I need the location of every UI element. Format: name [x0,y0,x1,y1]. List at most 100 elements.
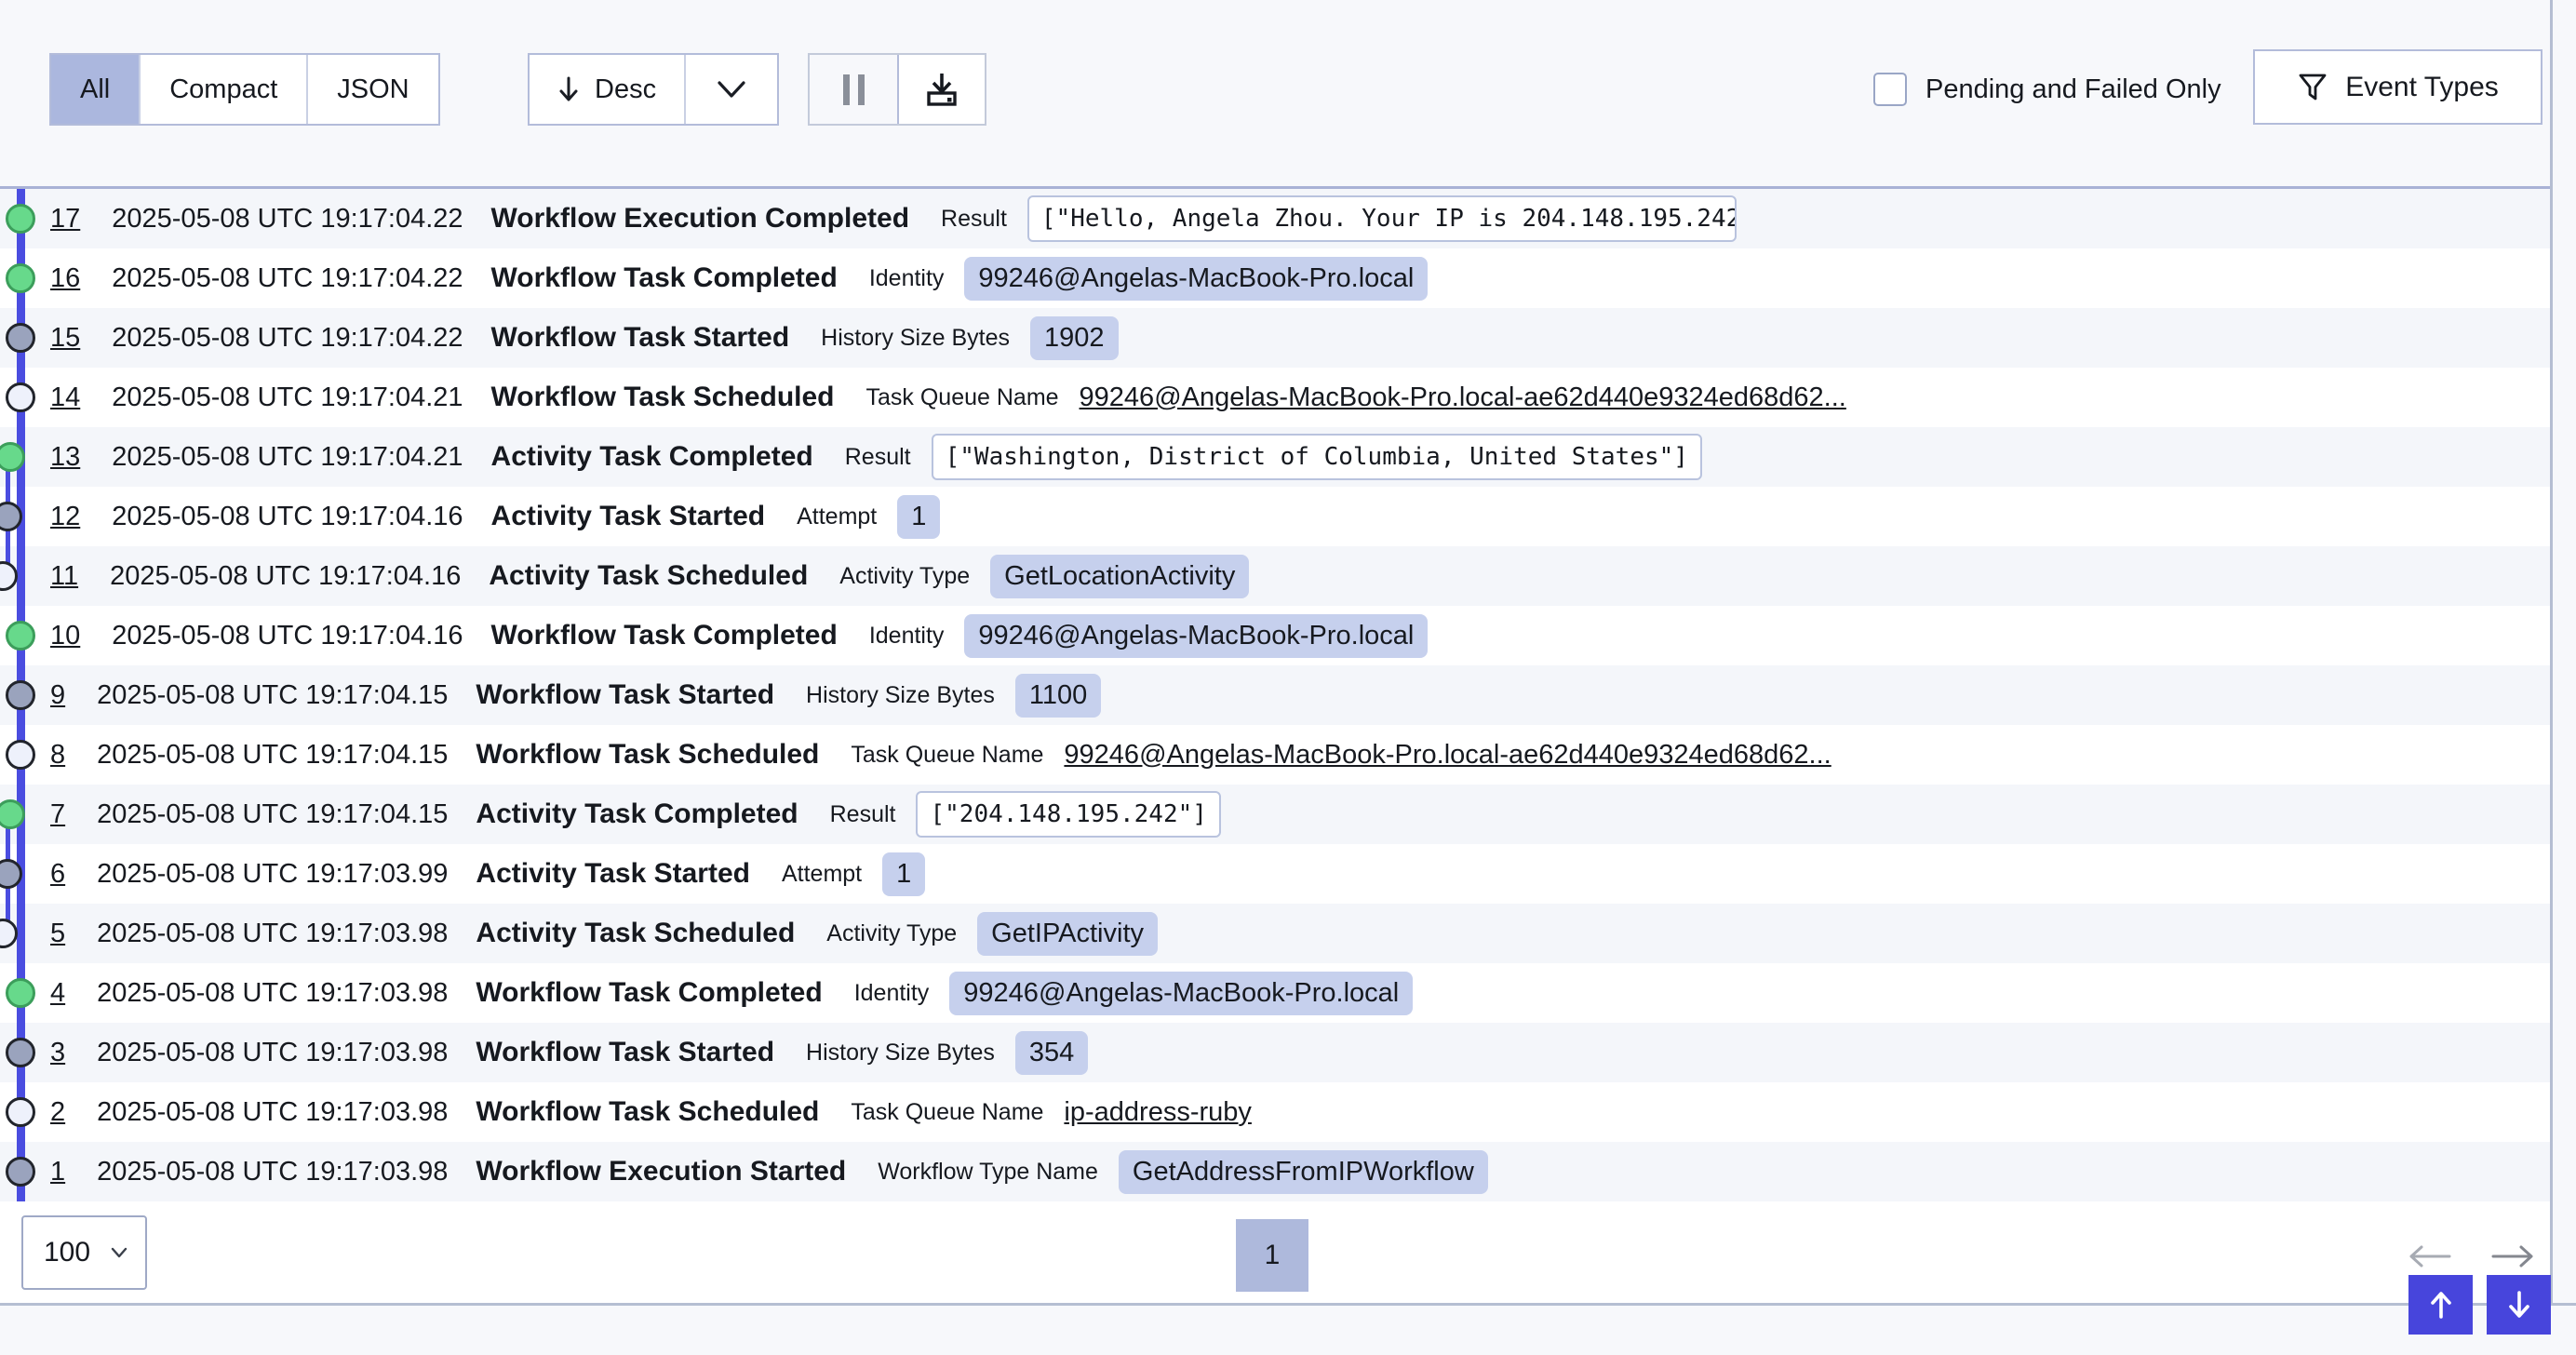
tab-all[interactable]: All [51,55,141,124]
sort-desc-button[interactable]: Desc [530,55,684,124]
event-name: Workflow Task Started [476,1037,774,1068]
event-attribute-label: Result [830,801,896,828]
event-attribute-label: Identity [869,265,945,292]
event-status-dot [6,323,35,353]
event-id-link[interactable]: 3 [50,1038,65,1068]
event-attribute-label: Task Queue Name [851,742,1043,769]
event-row[interactable]: 3 2025-05-08 UTC 19:17:03.98 Workflow Ta… [0,1023,2550,1082]
event-attribute-value[interactable]: 99246@Angelas-MacBook-Pro.local-ae62d440… [1064,740,1831,771]
event-types-label: Event Types [2345,72,2499,103]
event-row[interactable]: 4 2025-05-08 UTC 19:17:03.98 Workflow Ta… [0,963,2550,1023]
sort-control: Desc [528,53,779,126]
event-attribute-value: 1 [897,495,940,539]
page-size-select[interactable]: 100 [21,1215,147,1290]
event-row[interactable]: 9 2025-05-08 UTC 19:17:04.15 Workflow Ta… [0,665,2550,725]
page-number: 1 [1265,1240,1281,1271]
event-attribute-label: History Size Bytes [806,682,995,709]
event-id-link[interactable]: 12 [50,502,80,532]
event-row[interactable]: 1 2025-05-08 UTC 19:17:03.98 Workflow Ex… [0,1142,2550,1201]
event-row[interactable]: 8 2025-05-08 UTC 19:17:04.15 Workflow Ta… [0,725,2550,785]
event-attribute-value: 354 [1015,1031,1088,1075]
event-attribute-value[interactable]: ip-address-ruby [1064,1097,1251,1128]
tab-json[interactable]: JSON [308,55,437,124]
event-timestamp: 2025-05-08 UTC 19:17:04.15 [97,680,448,711]
event-name: Workflow Task Started [476,679,774,711]
event-id-link[interactable]: 6 [50,859,65,890]
event-attribute-label: History Size Bytes [806,1040,995,1067]
event-row[interactable]: 6 2025-05-08 UTC 19:17:03.99 Activity Ta… [0,844,2550,904]
arrow-right-icon [2489,1244,2536,1268]
pending-failed-checkbox[interactable] [1873,73,1907,106]
event-id-link[interactable]: 17 [50,204,80,235]
event-timestamp: 2025-05-08 UTC 19:17:03.98 [97,1097,448,1128]
event-id-link[interactable]: 10 [50,621,80,651]
page-number-button[interactable]: 1 [1236,1219,1308,1292]
page-size-value: 100 [44,1237,90,1268]
download-button[interactable] [897,55,985,124]
event-row[interactable]: 17 2025-05-08 UTC 19:17:04.22 Workflow E… [0,189,2550,248]
pending-failed-label: Pending and Failed Only [1925,74,2221,105]
event-row[interactable]: 16 2025-05-08 UTC 19:17:04.22 Workflow T… [0,248,2550,308]
next-page-button[interactable] [2489,1244,2536,1268]
scroll-to-bottom-button[interactable] [2487,1275,2551,1335]
arrow-left-icon [2407,1244,2453,1268]
event-timestamp: 2025-05-08 UTC 19:17:04.16 [110,561,461,592]
event-attribute-value[interactable]: 99246@Angelas-MacBook-Pro.local-ae62d440… [1080,382,1846,413]
event-id-link[interactable]: 13 [50,442,80,473]
event-row[interactable]: 5 2025-05-08 UTC 19:17:03.98 Activity Ta… [0,904,2550,963]
event-row[interactable]: 10 2025-05-08 UTC 19:17:04.16 Workflow T… [0,606,2550,665]
event-id-link[interactable]: 14 [50,382,80,413]
event-row[interactable]: 11 2025-05-08 UTC 19:17:04.16 Activity T… [0,546,2550,606]
pause-icon [843,74,850,105]
event-id-link[interactable]: 15 [50,323,80,354]
event-timestamp: 2025-05-08 UTC 19:17:03.98 [97,978,448,1009]
event-attribute-value: ["204.148.195.242"] [916,791,1220,838]
event-row[interactable]: 15 2025-05-08 UTC 19:17:04.22 Workflow T… [0,308,2550,368]
sort-dropdown-button[interactable] [684,55,777,124]
event-row[interactable]: 13 2025-05-08 UTC 19:17:04.21 Activity T… [0,427,2550,487]
event-status-dot [6,1157,35,1187]
event-timestamp: 2025-05-08 UTC 19:17:04.22 [112,323,463,354]
event-name: Workflow Task Scheduled [476,1096,819,1128]
event-row[interactable]: 12 2025-05-08 UTC 19:17:04.16 Activity T… [0,487,2550,546]
event-name: Activity Task Completed [491,441,813,473]
sort-label: Desc [595,74,656,105]
event-timestamp: 2025-05-08 UTC 19:17:04.16 [112,502,463,532]
pause-button[interactable] [810,55,897,124]
event-row[interactable]: 7 2025-05-08 UTC 19:17:04.15 Activity Ta… [0,785,2550,844]
event-row[interactable]: 14 2025-05-08 UTC 19:17:04.21 Workflow T… [0,368,2550,427]
scroll-to-top-button[interactable] [2408,1275,2473,1335]
event-timestamp: 2025-05-08 UTC 19:17:03.98 [97,1038,448,1068]
filter-funnel-icon [2297,73,2328,102]
bottom-divider [0,1303,2576,1306]
event-status-dot [6,1038,35,1067]
event-name: Activity Task Started [476,858,750,890]
event-id-link[interactable]: 9 [50,680,65,711]
event-row[interactable]: 2 2025-05-08 UTC 19:17:03.98 Workflow Ta… [0,1082,2550,1142]
event-status-dot [6,382,35,412]
event-name: Activity Task Scheduled [489,560,808,592]
tab-compact[interactable]: Compact [141,55,308,124]
event-attribute-label: Workflow Type Name [878,1159,1098,1186]
event-timestamp: 2025-05-08 UTC 19:17:03.98 [97,919,448,949]
event-id-link[interactable]: 11 [50,561,78,592]
event-name: Activity Task Scheduled [476,918,795,949]
event-id-link[interactable]: 5 [50,919,65,949]
previous-page-button[interactable] [2407,1244,2453,1268]
event-attribute-value: 99246@Angelas-MacBook-Pro.local [964,257,1428,301]
event-id-link[interactable]: 4 [50,978,65,1009]
select-chevron-icon [110,1246,128,1259]
event-status-dot [6,621,35,651]
event-id-link[interactable]: 8 [50,740,65,771]
event-timestamp: 2025-05-08 UTC 19:17:04.21 [112,442,463,473]
event-attribute-label: Result [941,206,1007,233]
event-timestamp: 2025-05-08 UTC 19:17:03.98 [97,1157,448,1187]
event-id-link[interactable]: 16 [50,263,80,294]
event-attribute-value: GetLocationActivity [990,555,1249,598]
event-types-button[interactable]: Event Types [2253,49,2542,125]
history-action-group [808,53,986,126]
event-id-link[interactable]: 7 [50,799,65,830]
event-id-link[interactable]: 2 [50,1097,65,1128]
event-name: Workflow Task Started [491,322,790,354]
event-id-link[interactable]: 1 [50,1157,65,1187]
